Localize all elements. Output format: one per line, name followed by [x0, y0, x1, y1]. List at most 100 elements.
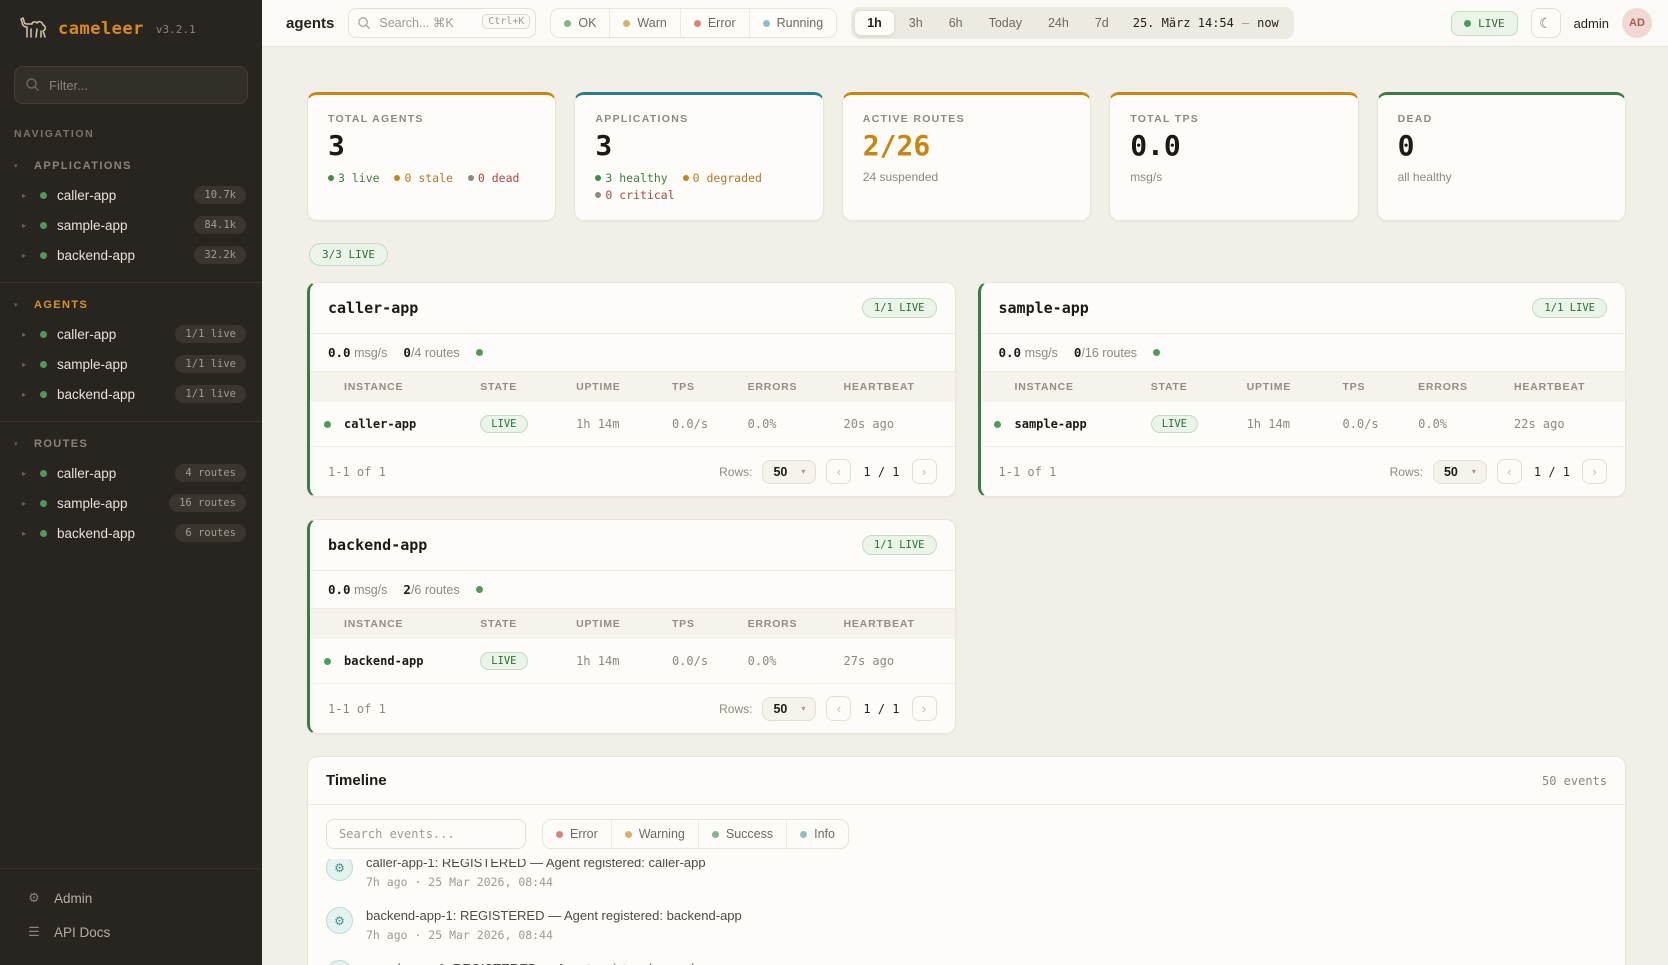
ok-dot-icon — [564, 20, 571, 27]
event-filter-error[interactable]: Error — [543, 820, 612, 848]
timeline-card: Timeline 50 events Error Warning — [307, 756, 1626, 965]
topbar-right: LIVE ☾ admin AD — [1451, 8, 1652, 38]
time-range-1h[interactable]: 1h — [854, 10, 895, 36]
timeline-event-list[interactable]: ⚙ caller-app-1: REGISTERED — Agent regis… — [308, 859, 1625, 965]
app-tps-value: 0.0 — [328, 345, 351, 360]
sidebar-item-agent-sample-app[interactable]: ▸ sample-app 1/1 live — [0, 349, 262, 379]
degraded-dot-icon — [683, 175, 689, 181]
error-dot-icon — [694, 20, 701, 27]
events-search-input[interactable] — [326, 819, 526, 849]
app-title: backend-app — [328, 536, 427, 554]
sidebar-item-caller-app[interactable]: ▸ caller-app 10.7k — [0, 180, 262, 210]
chip-label: Error — [708, 16, 736, 30]
time-range-value[interactable]: 25. März 14:54 — now — [1123, 16, 1291, 30]
filter-chip-error[interactable]: Error — [681, 9, 750, 37]
app-routes-label: /16 routes — [1081, 346, 1137, 360]
event-filter-warning[interactable]: Warning — [612, 820, 699, 848]
timeline-event[interactable]: ⚙ backend-app-1: REGISTERED — Agent regi… — [326, 898, 1607, 951]
sidebar-item-backend-app[interactable]: ▸ backend-app 32.2k — [0, 240, 262, 270]
caret-down-icon: ▾ — [801, 704, 805, 713]
cell-uptime: 1h 14m — [576, 654, 672, 668]
timeline-event-count: 50 events — [1542, 774, 1607, 788]
sidebar-item-admin[interactable]: ⚙ Admin — [0, 881, 262, 915]
stat-value: 3 — [328, 131, 535, 162]
item-label: sample-app — [57, 218, 186, 233]
timeline-controls: Error Warning Success Info — [308, 805, 1625, 859]
filter-chip-warn[interactable]: Warn — [610, 9, 680, 37]
sidebar-item-routes-caller-app[interactable]: ▸ caller-app 4 routes — [0, 458, 262, 488]
sidebar-item-routes-backend-app[interactable]: ▸ backend-app 6 routes — [0, 518, 262, 548]
avatar[interactable]: AD — [1622, 8, 1652, 38]
sidebar-item-api-docs[interactable]: ☰ API Docs — [0, 915, 262, 949]
cell-heartbeat: 20s ago — [844, 417, 955, 431]
sidebar-item-agent-caller-app[interactable]: ▸ caller-app 1/1 live — [0, 319, 262, 349]
time-range-3h[interactable]: 3h — [897, 11, 935, 35]
rows-value: 50 — [773, 702, 787, 716]
chevron-right-icon: ▸ — [22, 191, 32, 200]
app-tps-value: 0.0 — [999, 345, 1022, 360]
chevron-right-icon: ▸ — [22, 251, 32, 260]
brand-name: cameleer — [58, 19, 144, 39]
time-range-6h[interactable]: 6h — [937, 11, 975, 35]
rows-per-page-select[interactable]: 50 ▾ — [1433, 460, 1487, 484]
sidebar-filter — [14, 66, 248, 104]
col-tps: TPS — [672, 618, 748, 630]
app-routes-value: 2 — [403, 582, 411, 597]
info-dot-icon — [800, 831, 807, 838]
cell-tps: 0.0/s — [1342, 417, 1418, 431]
timeline-event[interactable]: ⚙ sample-app-1: REGISTERED — Agent regis… — [326, 951, 1607, 965]
status-dot — [1153, 349, 1160, 356]
event-filter-success[interactable]: Success — [699, 820, 787, 848]
pagination-range: 1-1 of 1 — [328, 702, 709, 716]
prev-page-button[interactable]: ‹ — [826, 696, 851, 721]
table-row[interactable]: sample-app LIVE 1h 14m 0.0/s 0.0% 22s ag… — [981, 402, 1626, 447]
chip-label: Info — [814, 827, 835, 841]
status-dot — [994, 421, 1001, 428]
sidebar-item-sample-app[interactable]: ▸ sample-app 84.1k — [0, 210, 262, 240]
page-indicator: 1 / 1 — [1532, 465, 1572, 479]
time-range-7d[interactable]: 7d — [1083, 11, 1121, 35]
next-page-button[interactable]: › — [912, 696, 937, 721]
app-stats-row: 0.0 msg/s 2/6 routes — [310, 571, 955, 609]
table-row[interactable]: backend-app LIVE 1h 14m 0.0/s 0.0% 27s a… — [310, 639, 955, 684]
section-applications-header[interactable]: ▾ APPLICATIONS — [0, 154, 262, 180]
time-range-24h[interactable]: 24h — [1036, 11, 1081, 35]
rows-label: Rows: — [1390, 465, 1423, 479]
section-agents-header[interactable]: ▾ AGENTS — [0, 293, 262, 319]
sidebar-item-routes-sample-app[interactable]: ▸ sample-app 16 routes — [0, 488, 262, 518]
table-row[interactable]: caller-app LIVE 1h 14m 0.0/s 0.0% 20s ag… — [310, 402, 955, 447]
theme-toggle-button[interactable]: ☾ — [1531, 8, 1561, 38]
app-card-sample-app: sample-app 1/1 LIVE 0.0 msg/s 0/16 route… — [978, 282, 1627, 497]
col-heartbeat: HEARTBEAT — [844, 381, 955, 393]
filter-input[interactable] — [14, 66, 248, 104]
live-status-badge: LIVE — [1451, 11, 1518, 36]
filter-chip-running[interactable]: Running — [750, 9, 837, 37]
stat-value: 2/26 — [863, 131, 1070, 162]
table-header: INSTANCE STATE UPTIME TPS ERRORS HEARTBE… — [981, 372, 1626, 402]
section-routes-header[interactable]: ▾ ROUTES — [0, 432, 262, 458]
timeline-event[interactable]: ⚙ caller-app-1: REGISTERED — Agent regis… — [326, 859, 1607, 898]
timeline-title: Timeline — [326, 772, 387, 789]
status-dot — [40, 222, 47, 229]
filter-chip-ok[interactable]: OK — [551, 9, 610, 37]
chip-label: OK — [578, 16, 596, 30]
next-page-button[interactable]: › — [1582, 459, 1607, 484]
rows-per-page-select[interactable]: 50 ▾ — [762, 697, 816, 721]
rows-per-page-select[interactable]: 50 ▾ — [762, 460, 816, 484]
prev-page-button[interactable]: ‹ — [826, 459, 851, 484]
user-name: admin — [1574, 16, 1609, 31]
list-icon: ☰ — [26, 924, 42, 940]
sidebar-item-agent-backend-app[interactable]: ▸ backend-app 1/1 live — [0, 379, 262, 409]
next-page-button[interactable]: › — [912, 459, 937, 484]
app-card-backend-app: backend-app 1/1 LIVE 0.0 msg/s 2/6 route… — [307, 519, 956, 734]
warning-dot-icon — [625, 831, 632, 838]
app-card-caller-app: caller-app 1/1 LIVE 0.0 msg/s 0/4 routes… — [307, 282, 956, 497]
event-filter-info[interactable]: Info — [787, 820, 848, 848]
col-tps: TPS — [1342, 381, 1418, 393]
prev-page-button[interactable]: ‹ — [1497, 459, 1522, 484]
section-title: AGENTS — [34, 299, 88, 311]
chevron-right-icon: ▸ — [22, 360, 32, 369]
chevron-right-icon: ▸ — [22, 469, 32, 478]
time-range-today[interactable]: Today — [977, 11, 1034, 35]
status-dot — [324, 421, 331, 428]
